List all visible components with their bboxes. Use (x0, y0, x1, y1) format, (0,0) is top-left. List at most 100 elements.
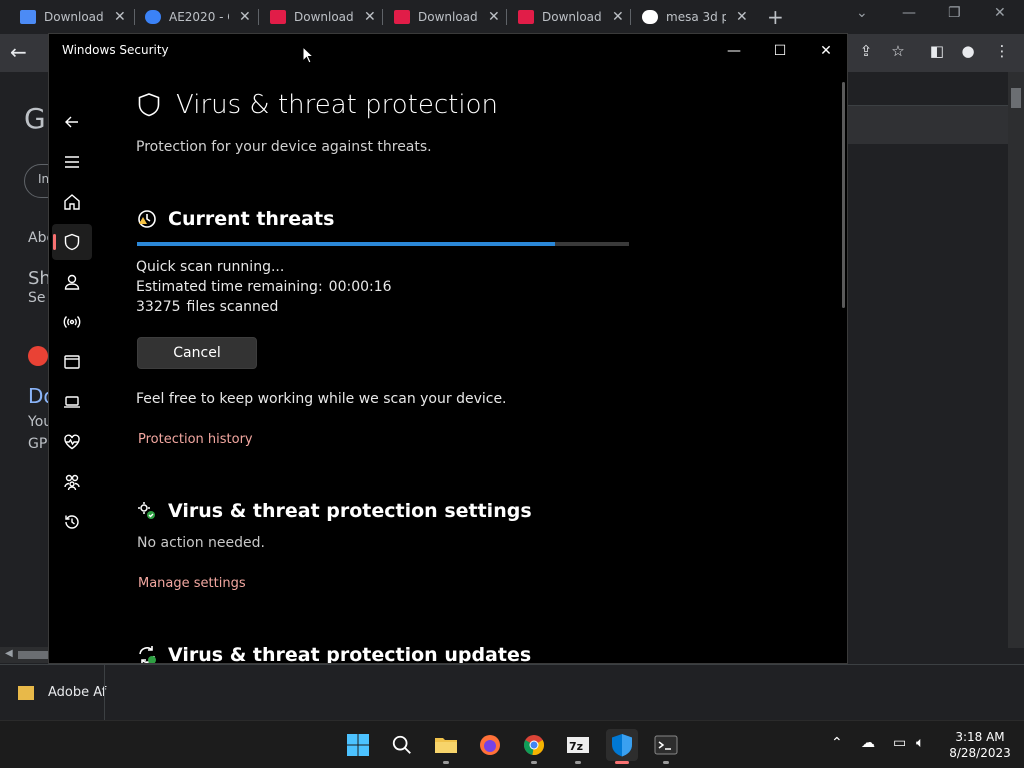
network-icon[interactable]: ▭ (893, 735, 906, 751)
new-tab-button[interactable]: + (767, 5, 784, 29)
scan-progress-fill (137, 242, 556, 246)
nav-back-arrow-icon[interactable] (52, 104, 92, 140)
updates-title: Virus & threat protection updates (168, 644, 532, 664)
protection-history-link[interactable]: Protection history (138, 432, 253, 447)
start-button[interactable] (342, 729, 374, 761)
browser-restore-icon[interactable]: ❐ (948, 5, 961, 21)
tab-close-icon[interactable]: ✕ (239, 9, 251, 25)
settings-header: Virus & threat protection settings (136, 500, 532, 522)
7zip-icon: 7z (567, 737, 589, 753)
settings-title: Virus & threat protection settings (168, 500, 532, 522)
tab-close-icon[interactable]: ✕ (736, 9, 748, 25)
current-threats-title: Current threats (168, 208, 335, 230)
taskbar-windows-security[interactable] (606, 729, 638, 764)
nav-rail (49, 70, 97, 663)
cancel-scan-button[interactable]: Cancel (137, 337, 257, 369)
chrome-icon (523, 735, 545, 756)
browser-tab[interactable]: Download ✕ (518, 3, 624, 31)
terminal-icon (654, 735, 678, 755)
manage-settings-link[interactable]: Manage settings (138, 576, 246, 591)
taskbar: 7z ⌃ ☁ ▭ 🔈︎ 3:18 AM 8/28/2023 (0, 720, 1024, 768)
back-arrow-icon[interactable]: ← (10, 40, 27, 64)
folder-icon (435, 738, 457, 753)
windows-security-window: Windows Security — ☐ ✕ Virus & threat pr… (48, 33, 848, 664)
browser-tab[interactable]: Download ✕ (394, 3, 500, 31)
taskbar-file-explorer[interactable] (430, 729, 462, 764)
clock-time: 3:18 AM (955, 730, 1005, 744)
browser-minimize-icon[interactable]: — (902, 5, 916, 21)
tab-favicon-icon (270, 10, 286, 24)
scan-progress-bar (137, 242, 629, 246)
settings-status: No action needed. (137, 535, 265, 551)
bookmark-star-icon[interactable]: ☆ (888, 42, 908, 62)
tab-favicon-icon (518, 10, 534, 24)
page-header: Virus & threat protection (136, 90, 498, 120)
hamburger-menu-icon[interactable] (52, 144, 92, 180)
share-icon[interactable]: ⇪ (856, 42, 876, 62)
nav-protection-history-icon[interactable] (52, 504, 92, 540)
files-scanned: 33275 files scanned (136, 299, 279, 315)
tab-close-icon[interactable]: ✕ (612, 9, 624, 25)
updates-header: Virus & threat protection updates (136, 644, 532, 664)
browser-tab[interactable]: mesa 3d pr ✕ (642, 3, 748, 31)
scan-status: Quick scan running... (136, 259, 285, 275)
browser-tab[interactable]: Download ✕ (270, 3, 376, 31)
taskbar-7zip[interactable]: 7z (562, 729, 594, 764)
google-favicon-icon (642, 10, 658, 24)
tray-overflow-chevron-icon[interactable]: ⌃ (831, 735, 843, 751)
profile-icon[interactable]: ● (958, 42, 978, 62)
page-title: Virus & threat protection (176, 90, 498, 120)
nav-device-health-icon[interactable] (52, 424, 92, 460)
side-panel-icon[interactable]: ◧ (927, 42, 947, 62)
nav-home-icon[interactable] (52, 184, 92, 220)
onedrive-cloud-off-icon[interactable]: ☁ (861, 735, 875, 751)
tab-search-icon[interactable]: ⌄ (856, 5, 868, 21)
nav-family-options-icon[interactable] (52, 464, 92, 500)
nav-app-browser-icon[interactable] (52, 344, 92, 380)
taskbar-terminal[interactable] (650, 729, 682, 764)
nav-device-security-icon[interactable] (52, 384, 92, 420)
nav-account-icon[interactable] (52, 264, 92, 300)
scan-clock-icon (136, 208, 158, 230)
windows-logo-icon (347, 734, 369, 756)
nav-settings-gear-icon[interactable] (52, 656, 92, 663)
browser-tab[interactable]: Download ✕ (20, 3, 126, 31)
current-threats-header: Current threats (136, 208, 334, 230)
menu-dots-icon[interactable]: ⋮ (992, 42, 1012, 62)
content-scrollbar[interactable] (842, 82, 845, 308)
tab-close-icon[interactable]: ✕ (488, 9, 500, 25)
svg-text:7z: 7z (569, 740, 583, 753)
tab-close-icon[interactable]: ✕ (114, 9, 126, 25)
keep-working-note: Feel free to keep working while we scan … (136, 391, 507, 407)
horizontal-scrollbar[interactable]: ◀ (0, 647, 48, 663)
page-scrollbar[interactable] (1008, 72, 1024, 648)
nav-firewall-network-icon[interactable] (52, 304, 92, 340)
tab-favicon-icon (145, 10, 161, 24)
taskbar-chrome[interactable] (518, 729, 550, 764)
folder-icon (18, 685, 34, 700)
search-icon (392, 735, 411, 754)
tab-favicon-icon (394, 10, 410, 24)
search-button[interactable] (386, 729, 418, 761)
firefox-icon (480, 735, 500, 755)
taskbar-firefox[interactable] (474, 729, 506, 761)
shield-icon (138, 93, 160, 117)
browser-tab-bar: Download ✕ AE2020 - C ✕ Download ✕ Downl… (0, 0, 1024, 34)
settings-gears-icon (136, 500, 158, 522)
system-clock[interactable]: 3:18 AM 8/28/2023 (940, 729, 1020, 761)
download-item[interactable]: Adobe Af (18, 685, 106, 700)
tab-close-icon[interactable]: ✕ (364, 9, 376, 25)
files-scanned-count: 33275 (136, 299, 181, 315)
main-content: Virus & threat protection Protection for… (136, 34, 836, 664)
volume-icon[interactable]: 🔈︎ (916, 735, 924, 751)
clock-date: 8/28/2023 (949, 746, 1011, 760)
time-remaining: Estimated time remaining: 00:00:16 (136, 279, 392, 295)
time-remaining-value: 00:00:16 (328, 279, 392, 295)
browser-close-icon[interactable]: ✕ (994, 5, 1006, 21)
mouse-cursor-icon (302, 46, 314, 64)
nav-shield-icon[interactable] (52, 224, 92, 260)
download-shelf: Adobe Af (0, 664, 1024, 721)
updates-refresh-icon (136, 644, 158, 663)
shield-icon (612, 734, 632, 757)
browser-tab[interactable]: AE2020 - C ✕ (145, 3, 251, 31)
